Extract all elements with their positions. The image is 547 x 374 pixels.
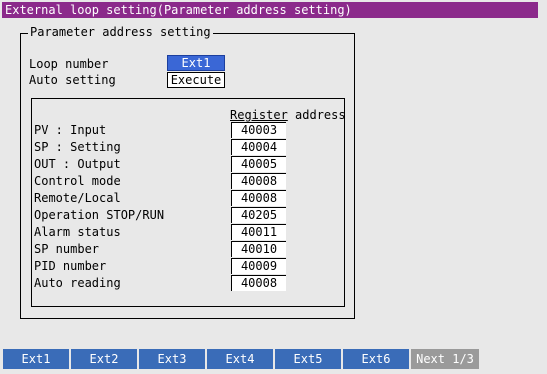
register-row-out: OUT : Output 40005 — [34, 155, 334, 173]
register-value-field[interactable]: 40010 — [231, 241, 286, 257]
register-label: PID number — [34, 259, 107, 273]
register-value-field[interactable]: 40004 — [231, 139, 286, 155]
register-value-field[interactable]: 40009 — [231, 258, 286, 274]
address-header: address — [287, 108, 346, 122]
auto-setting-label: Auto setting — [29, 73, 116, 87]
register-label: Remote/Local — [34, 191, 121, 205]
register-label: Auto reading — [34, 276, 121, 290]
register-row-alarm-status: Alarm status 40011 — [34, 223, 334, 241]
loop-number-label: Loop number — [29, 57, 109, 71]
register-label: Operation STOP/RUN — [34, 208, 165, 222]
register-header-underlined: Register — [230, 108, 288, 122]
register-label: OUT : Output — [34, 157, 121, 171]
softkey-ext1[interactable]: Ext1 — [3, 349, 71, 369]
register-address-header: Register address — [230, 108, 346, 122]
register-label: PV : Input — [34, 123, 107, 137]
loop-number-field[interactable]: Ext1 — [167, 55, 225, 71]
register-row-sp-number: SP number 40010 — [34, 240, 334, 258]
auto-setting-execute-button[interactable]: Execute — [167, 72, 225, 88]
register-value-field[interactable]: 40008 — [231, 275, 286, 291]
register-label: SP number — [34, 242, 100, 256]
softkey-ext3[interactable]: Ext3 — [139, 349, 207, 369]
register-value-field[interactable]: 40011 — [231, 224, 286, 240]
softkey-ext6[interactable]: Ext6 — [343, 349, 411, 369]
softkey-ext2[interactable]: Ext2 — [71, 349, 139, 369]
register-row-pv: PV : Input 40003 — [34, 121, 334, 139]
softkey-next-page[interactable]: Next 1/3 — [411, 349, 479, 369]
register-value-field[interactable]: 40005 — [231, 156, 286, 172]
register-row-control-mode: Control mode 40008 — [34, 172, 334, 190]
group-legend: Parameter address setting — [28, 25, 213, 39]
softkey-ext4[interactable]: Ext4 — [207, 349, 275, 369]
register-row-sp: SP : Setting 40004 — [34, 138, 334, 156]
register-row-auto-reading: Auto reading 40008 — [34, 274, 334, 292]
register-value-field[interactable]: 40205 — [231, 207, 286, 223]
softkey-ext5[interactable]: Ext5 — [275, 349, 343, 369]
register-row-pid-number: PID number 40009 — [34, 257, 334, 275]
register-value-field[interactable]: 40008 — [231, 173, 286, 189]
register-label: SP : Setting — [34, 140, 121, 154]
register-value-field[interactable]: 40003 — [231, 122, 286, 138]
register-label: Control mode — [34, 174, 121, 188]
register-label: Alarm status — [34, 225, 121, 239]
register-row-operation: Operation STOP/RUN 40205 — [34, 206, 334, 224]
register-row-remote-local: Remote/Local 40008 — [34, 189, 334, 207]
softkey-bar: Ext1 Ext2 Ext3 Ext4 Ext5 Ext6 Next 1/3 — [3, 349, 543, 369]
register-value-field[interactable]: 40008 — [231, 190, 286, 206]
window-title: External loop setting(Parameter address … — [2, 2, 538, 18]
